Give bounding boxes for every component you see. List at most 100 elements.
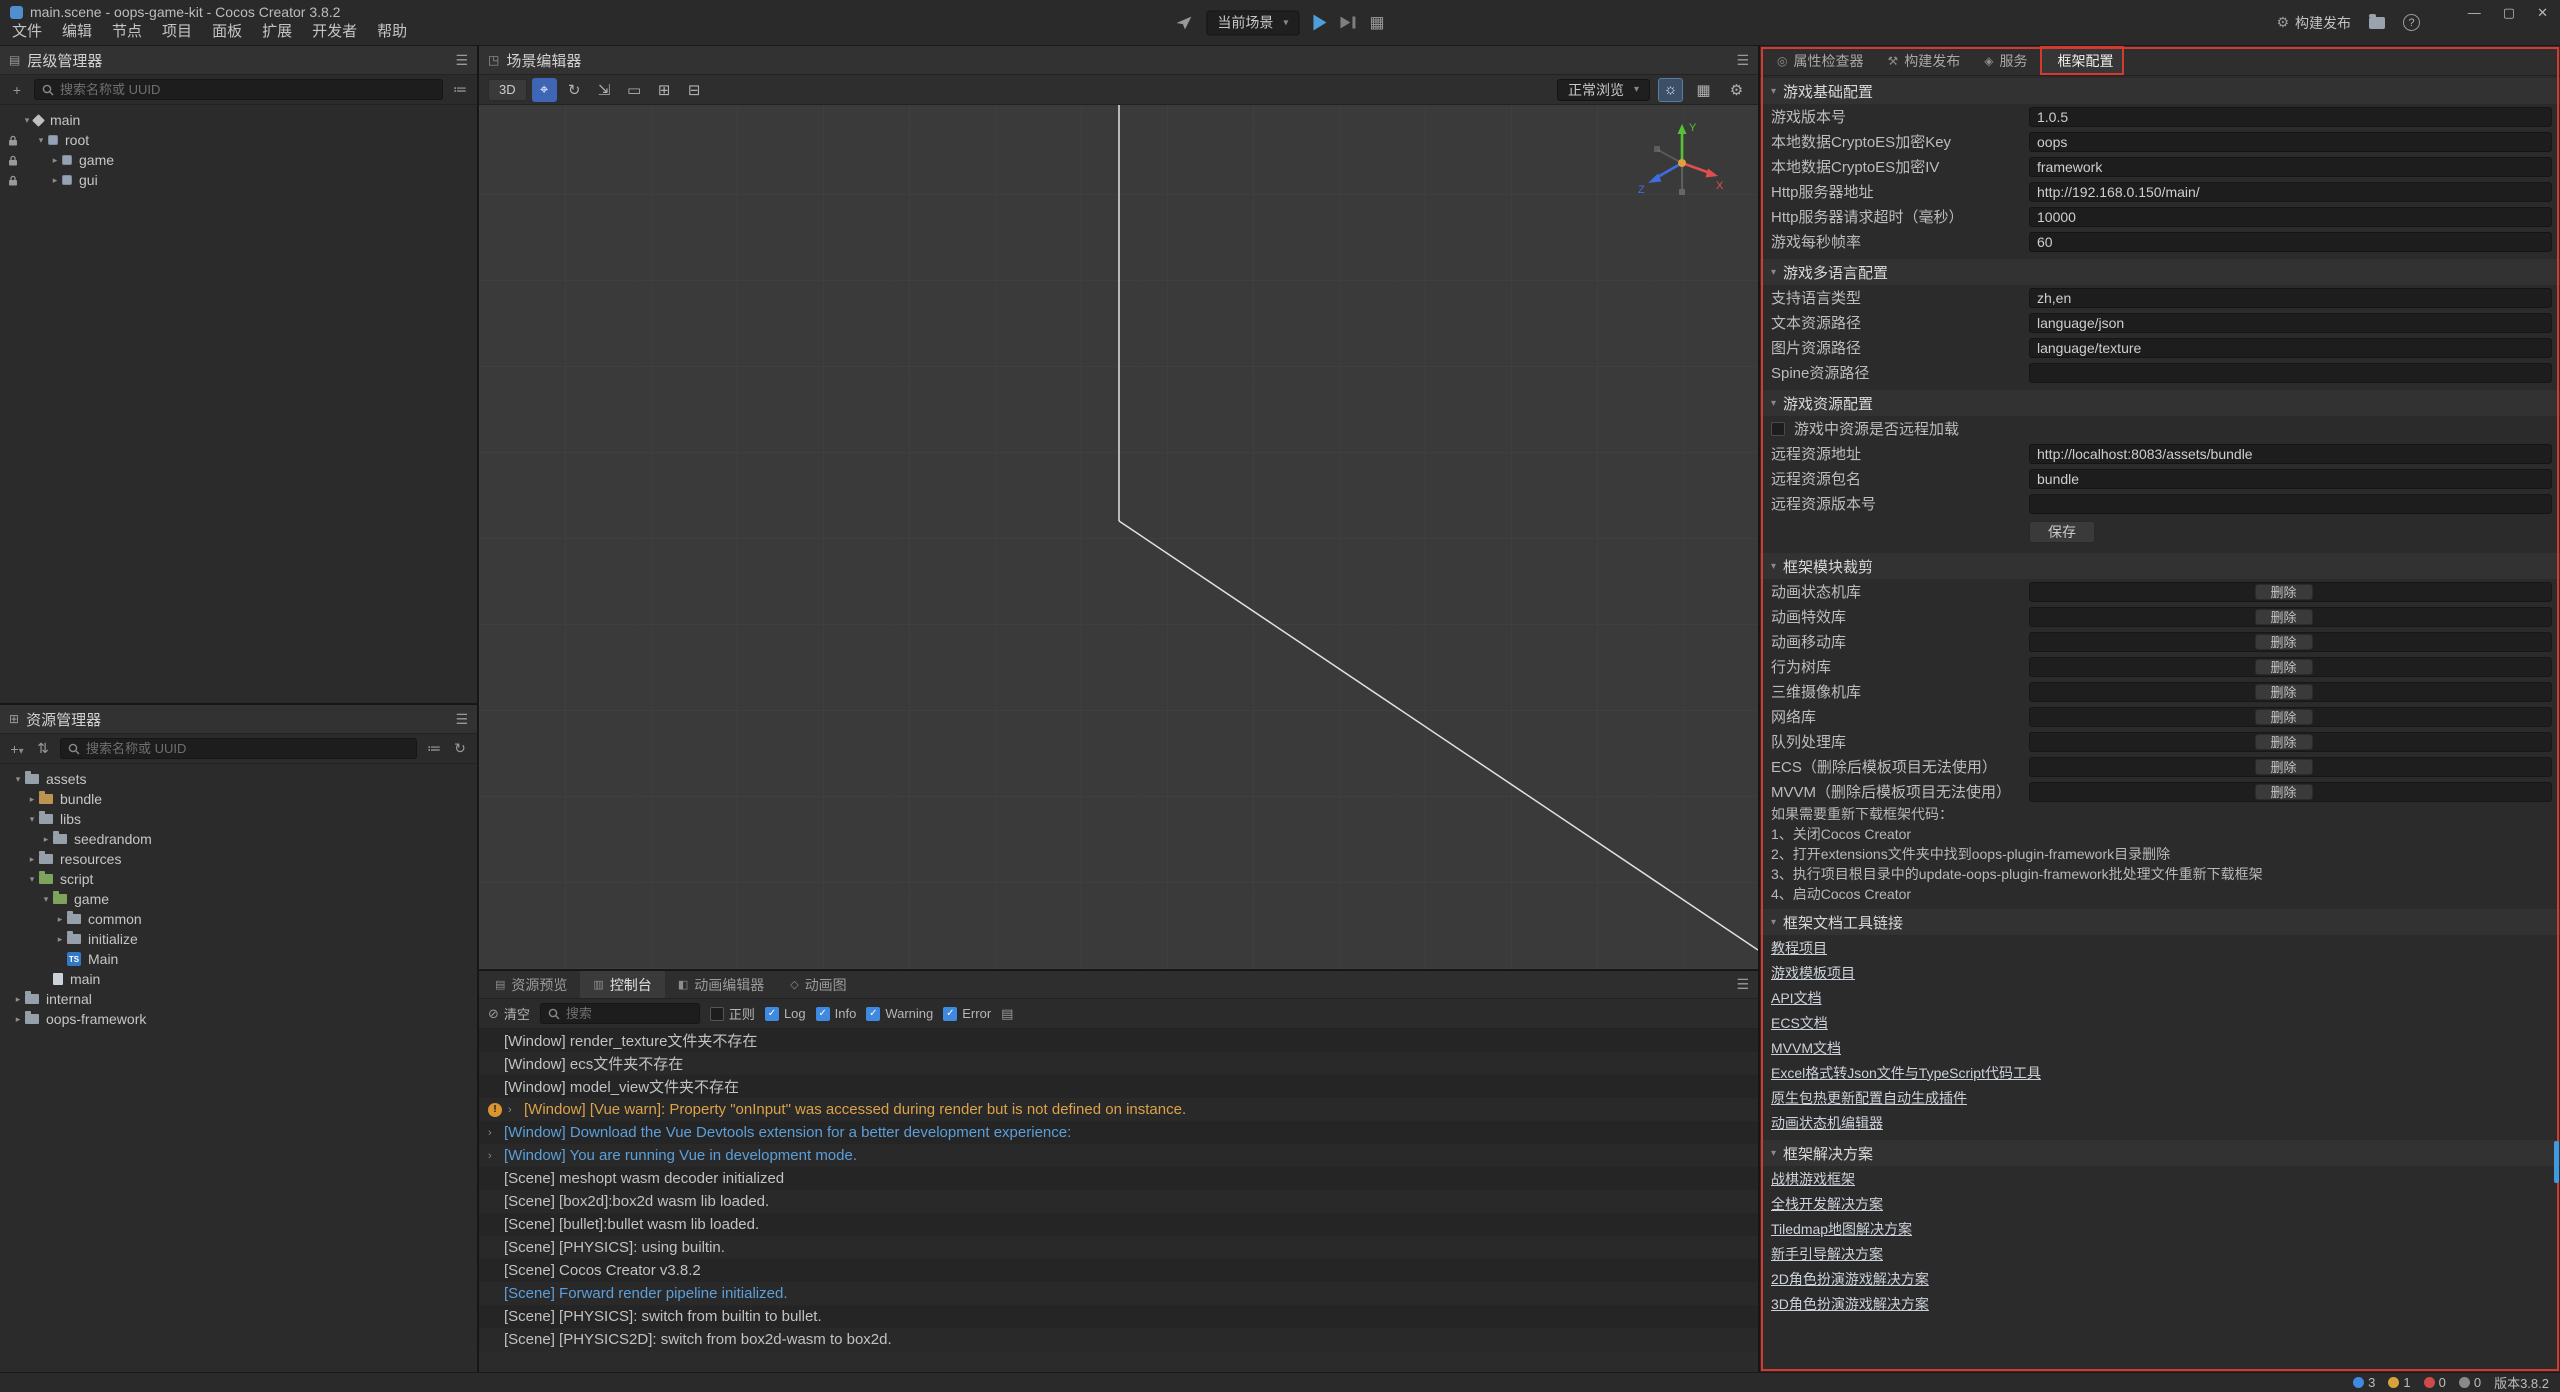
solution-link[interactable]: 3D角色扮演游戏解决方案 xyxy=(1771,1294,1929,1314)
asset-row[interactable]: ▸ TS bundle xyxy=(0,789,477,809)
asset-row[interactable]: ▾ TS game xyxy=(0,889,477,909)
lock-icon[interactable] xyxy=(5,155,20,166)
log-filter-checkbox[interactable]: ✓ Error xyxy=(943,1006,991,1021)
hierarchy-menu-icon[interactable]: ☰ xyxy=(455,52,468,69)
maximize-button[interactable]: ▢ xyxy=(2503,5,2515,21)
move-tool-button[interactable]: ⌖ xyxy=(532,78,557,102)
delete-module-button[interactable]: 删除 xyxy=(2255,709,2313,725)
field-input[interactable] xyxy=(2029,132,2552,152)
log-row[interactable]: ! [Scene] [bullet]:bullet wasm lib loade… xyxy=(479,1213,1758,1236)
assets-filter-icon[interactable]: ≔ xyxy=(425,740,443,757)
delete-module-button[interactable]: 删除 xyxy=(2255,584,2313,600)
field-input[interactable] xyxy=(2029,469,2552,489)
log-export-icon[interactable]: ▤ xyxy=(1001,1006,1013,1022)
asset-row[interactable]: ▾ TS script xyxy=(0,869,477,889)
build-publish-button[interactable]: ⚙ 构建发布 xyxy=(2276,13,2351,33)
world-pivot-button[interactable]: ⊞ xyxy=(652,78,677,102)
expand-arrow-icon[interactable]: ▸ xyxy=(53,914,67,925)
expand-arrow-icon[interactable]: › xyxy=(508,1104,518,1116)
save-button[interactable]: 保存 xyxy=(2029,521,2095,543)
solution-link[interactable]: 新手引导解决方案 xyxy=(1771,1244,1883,1264)
field-input[interactable] xyxy=(2029,444,2552,464)
lock-icon[interactable] xyxy=(5,135,20,146)
console-tab[interactable]: ◇ 动画图 xyxy=(777,971,859,998)
log-row[interactable]: ! [Scene] meshopt wasm decoder initializ… xyxy=(479,1167,1758,1190)
log-row[interactable]: ! › [Window] Download the Vue Devtools e… xyxy=(479,1121,1758,1144)
lighting-toggle-button[interactable]: ☼ xyxy=(1658,78,1683,102)
delete-module-button[interactable]: 删除 xyxy=(2255,609,2313,625)
section-resource-config[interactable]: ▾ 游戏资源配置 xyxy=(1760,390,2560,416)
play-button[interactable] xyxy=(1313,15,1326,31)
field-input[interactable] xyxy=(2029,288,2552,308)
log-row[interactable]: ! [Window] ecs文件夹不存在 xyxy=(479,1052,1758,1075)
asset-row[interactable]: ▾ TS libs xyxy=(0,809,477,829)
expand-arrow-icon[interactable]: ▾ xyxy=(39,894,53,905)
log-filter-checkbox[interactable]: ✓ Info xyxy=(816,1006,857,1021)
info-counter[interactable]: 3 xyxy=(2353,1375,2375,1390)
section-solutions[interactable]: ▾ 框架解决方案 xyxy=(1760,1140,2560,1166)
lock-icon[interactable] xyxy=(5,115,20,126)
field-input[interactable] xyxy=(2029,313,2552,333)
hierarchy-search[interactable] xyxy=(34,79,443,100)
open-project-folder-icon[interactable] xyxy=(2369,17,2385,29)
menu-item[interactable]: 节点 xyxy=(102,18,152,43)
rotate-tool-button[interactable]: ↻ xyxy=(562,78,587,102)
notice-counter[interactable]: 0 xyxy=(2459,1375,2481,1390)
regex-checkbox[interactable]: ✓ 正则 xyxy=(710,1004,755,1023)
scene-select-dropdown[interactable]: 当前场景 ▾ xyxy=(1206,10,1299,35)
menu-item[interactable]: 开发者 xyxy=(302,18,367,43)
scene-viewport[interactable]: Y X Z xyxy=(479,105,1758,969)
doc-link[interactable]: 原生包热更新配置自动生成插件 xyxy=(1771,1088,1967,1108)
console-tab[interactable]: ◧ 动画编辑器 xyxy=(665,971,777,998)
error-counter[interactable]: 0 xyxy=(2424,1375,2446,1390)
hierarchy-search-input[interactable] xyxy=(60,82,435,97)
lock-icon[interactable] xyxy=(5,175,20,186)
doc-link[interactable]: API文档 xyxy=(1771,988,1822,1008)
expand-arrow-icon[interactable]: ▾ xyxy=(25,814,39,825)
menu-item[interactable]: 帮助 xyxy=(367,18,417,43)
warning-counter[interactable]: 1 xyxy=(2388,1375,2410,1390)
rect-tool-button[interactable]: ▭ xyxy=(622,78,647,102)
field-input[interactable] xyxy=(2029,157,2552,177)
hierarchy-node-row[interactable]: ▸ game xyxy=(0,150,477,170)
assets-search[interactable] xyxy=(60,738,417,759)
inspector-tab[interactable]: ◎ 属性检查器 xyxy=(1766,46,1874,75)
asset-row[interactable]: ▸ TS common xyxy=(0,909,477,929)
field-input[interactable] xyxy=(2029,338,2552,358)
log-row[interactable]: ! [Scene] Cocos Creator v3.8.2 xyxy=(479,1259,1758,1282)
field-input[interactable] xyxy=(2029,494,2552,514)
expand-arrow-icon[interactable]: ▸ xyxy=(53,934,67,945)
console-search[interactable] xyxy=(540,1003,700,1024)
delete-module-button[interactable]: 删除 xyxy=(2255,634,2313,650)
layout-grid-icon[interactable]: ▦ xyxy=(1369,13,1384,33)
expand-arrow-icon[interactable]: ▾ xyxy=(34,135,48,146)
assets-menu-icon[interactable]: ☰ xyxy=(455,711,468,728)
section-module-trim[interactable]: ▾ 框架模块裁剪 xyxy=(1760,553,2560,579)
delete-module-button[interactable]: 删除 xyxy=(2255,659,2313,675)
inspector-tab[interactable]: ◈ 服务 xyxy=(1973,46,2038,75)
expand-arrow-icon[interactable]: ▸ xyxy=(39,834,53,845)
clear-console-button[interactable]: ⊘ 清空 xyxy=(488,1004,530,1023)
expand-arrow-icon[interactable]: ▸ xyxy=(25,854,39,865)
remote-load-checkbox[interactable] xyxy=(1771,422,1785,436)
log-row[interactable]: ! [Scene] [PHYSICS2D]: switch from box2d… xyxy=(479,1328,1758,1351)
scale-tool-button[interactable]: ⇲ xyxy=(592,78,617,102)
expand-arrow-icon[interactable]: ▸ xyxy=(11,994,25,1005)
step-button[interactable] xyxy=(1340,17,1355,29)
log-row[interactable]: ! [Scene] [PHYSICS]: switch from builtin… xyxy=(479,1305,1758,1328)
expand-arrow-icon[interactable]: ▾ xyxy=(11,774,25,785)
asset-row[interactable]: ▸ TS seedrandom xyxy=(0,829,477,849)
scene-menu-icon[interactable]: ☰ xyxy=(1736,52,1749,69)
menu-item[interactable]: 文件 xyxy=(2,18,52,43)
section-i18n-config[interactable]: ▾ 游戏多语言配置 xyxy=(1760,259,2560,285)
field-input[interactable] xyxy=(2029,363,2552,383)
inspector-tab[interactable]: ⚒ 构建发布 xyxy=(1876,46,1971,75)
expand-arrow-icon[interactable]: › xyxy=(488,1150,498,1162)
scene-settings-icon[interactable]: ⚙ xyxy=(1724,78,1749,102)
log-row[interactable]: ! [Scene] [PHYSICS]: using builtin. xyxy=(479,1236,1758,1259)
log-row[interactable]: ! [Window] render_texture文件夹不存在 xyxy=(479,1029,1758,1052)
inspector-scrollbar-thumb[interactable] xyxy=(2554,1141,2559,1183)
hierarchy-node-row[interactable]: ▸ gui xyxy=(0,170,477,190)
menu-item[interactable]: 扩展 xyxy=(252,18,302,43)
field-input[interactable] xyxy=(2029,207,2552,227)
